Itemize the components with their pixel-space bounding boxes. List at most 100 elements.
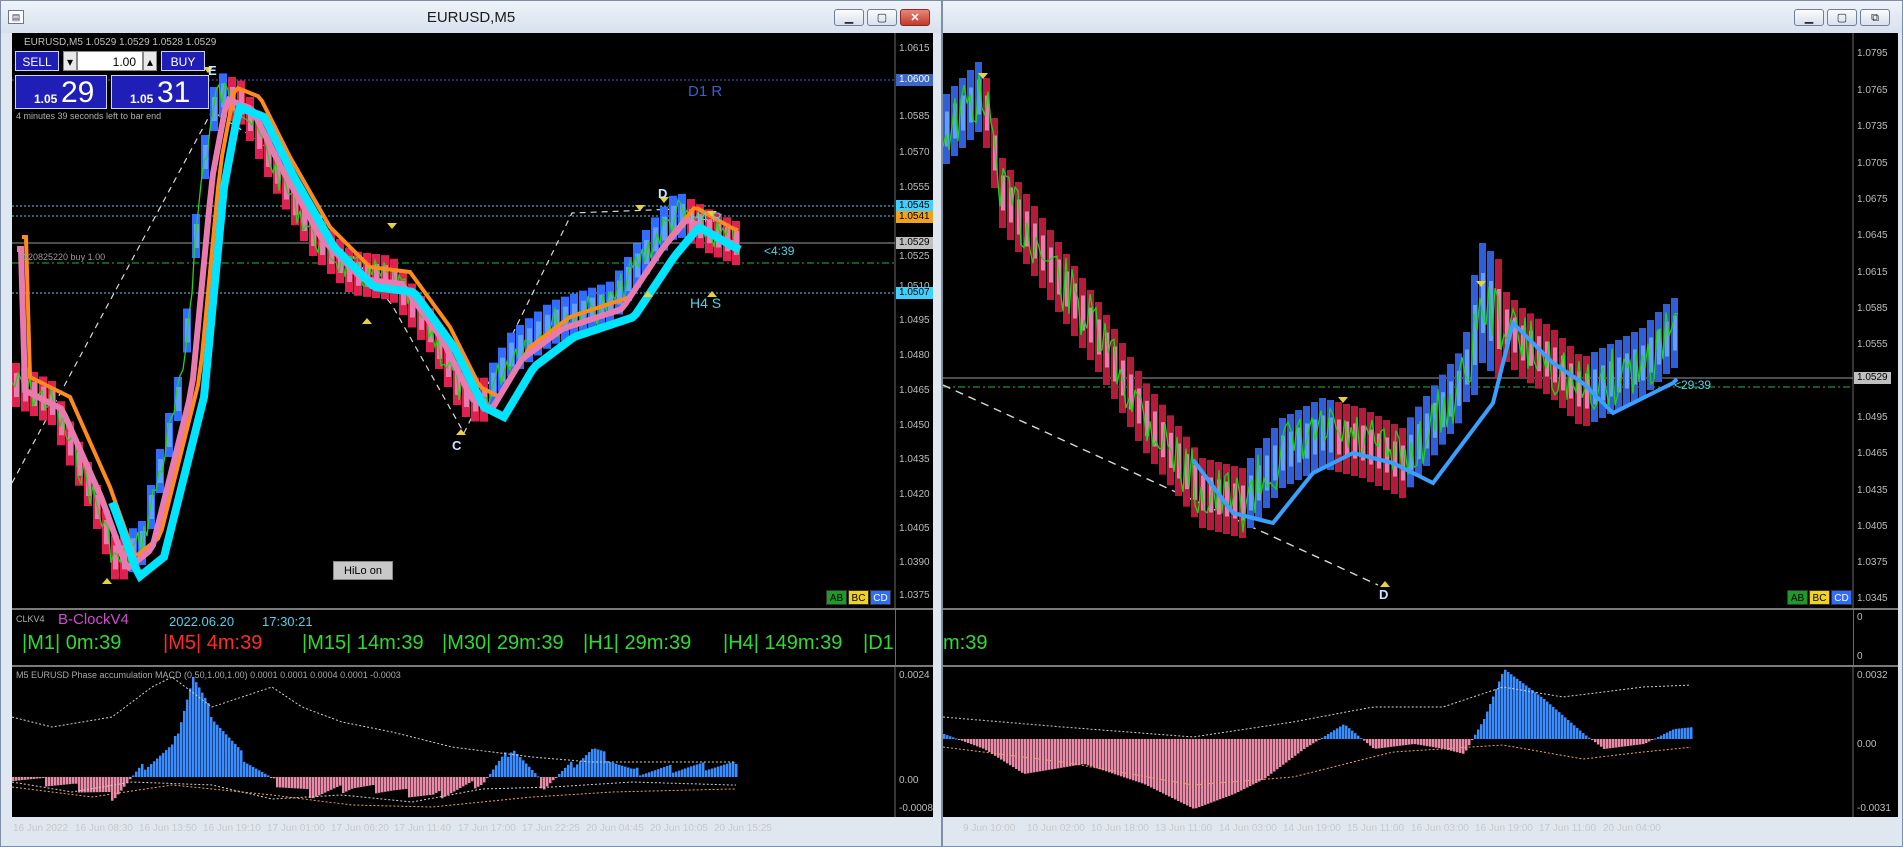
macd-bar — [189, 688, 192, 777]
macd-bar — [315, 777, 318, 797]
ab-toggle[interactable]: AB — [826, 590, 847, 605]
macd-bar — [1051, 739, 1054, 770]
macd-label: M5 EURUSD Phase accumulation MACD (0.50,… — [16, 670, 401, 680]
time-tick: 10 Jun 02:00 — [1027, 823, 1085, 834]
lot-increase-button[interactable]: ▴ — [143, 51, 157, 71]
macd-bar — [285, 777, 288, 788]
macd-bar — [30, 777, 33, 780]
macd-bar — [570, 761, 573, 777]
macd-bar — [642, 774, 645, 777]
macd-bar — [1621, 739, 1624, 747]
cd-toggle[interactable]: CD — [1831, 590, 1852, 605]
macd-bar — [1585, 735, 1588, 739]
hilo-button[interactable]: HiLo on — [333, 561, 393, 580]
right-clock-pane: m:39 0 0 — [943, 610, 1898, 665]
macd-bar — [381, 777, 384, 793]
buy-button[interactable]: BUY — [161, 51, 205, 71]
macd-bar — [693, 765, 696, 777]
macd-bar — [414, 777, 417, 797]
macd-bar — [1429, 739, 1432, 747]
close-button[interactable]: ✕ — [900, 9, 930, 26]
clock-scale-tick: 0 — [1857, 651, 1863, 662]
ab-toggle[interactable]: AB — [1787, 590, 1808, 605]
maximize-button[interactable]: ▢ — [1827, 9, 1857, 26]
macd-bar — [1384, 739, 1387, 748]
macd-bar — [636, 767, 639, 777]
left-price-pane[interactable]: EURUSD,M5 1.0529 1.0529 1.0528 1.0529 SE… — [12, 33, 933, 608]
macd-bar — [1378, 739, 1381, 749]
macd-bar — [645, 773, 648, 777]
macd-bar — [1345, 725, 1348, 739]
ask-price-box[interactable]: 1.05 31 — [111, 75, 209, 109]
macd-bar — [1108, 739, 1111, 773]
macd-bar — [300, 777, 303, 789]
macd-bar — [1162, 739, 1165, 794]
macd-bar — [432, 777, 435, 795]
macd-bar — [1300, 739, 1303, 752]
macd-bar — [474, 777, 477, 789]
sell-button[interactable]: SELL — [15, 51, 59, 71]
macd-bar — [531, 769, 534, 777]
restore-button[interactable]: ⧉ — [1860, 9, 1890, 26]
macd-bar — [1243, 739, 1246, 789]
macd-bar — [1027, 739, 1030, 774]
price-tag-d1r: 1.0600 — [896, 74, 933, 86]
right-titlebar[interactable]: ▁ ▢ ⧉ — [943, 1, 1902, 33]
macd-bar — [1528, 687, 1531, 739]
lot-size-input[interactable]: 1.00 — [77, 51, 143, 71]
macd-bar — [588, 752, 591, 777]
macd-bar — [1417, 739, 1420, 745]
macd-bar — [988, 739, 991, 753]
macd-bar — [1318, 739, 1321, 740]
macd-bar — [213, 721, 216, 777]
macd-bar — [216, 724, 219, 777]
macd-bar — [1552, 706, 1555, 739]
lot-decrease-button[interactable]: ▾ — [63, 51, 77, 71]
time-tick: 16 Jun 03:00 — [1411, 823, 1469, 834]
macd-bar — [375, 777, 378, 794]
countdown-label: <29:39 — [1674, 378, 1712, 392]
macd-bar — [1393, 739, 1396, 747]
macd-bar — [1258, 739, 1261, 782]
maximize-button[interactable]: ▢ — [867, 9, 897, 26]
macd-bar — [1240, 739, 1243, 791]
price-tick: 1.0570 — [899, 147, 930, 158]
bc-toggle[interactable]: BC — [848, 590, 869, 605]
macd-bar — [1573, 725, 1576, 739]
macd-bar — [573, 767, 576, 777]
macd-bar — [1168, 739, 1171, 797]
macd-bar — [441, 777, 444, 799]
price-tick: 1.0585 — [899, 111, 930, 122]
right-candle-bars — [943, 62, 1678, 538]
right-chart-window[interactable]: ▁ ▢ ⧉ <29:39 D 1.0529 1.0795 1.0765 1.07… — [942, 0, 1903, 847]
macd-bar — [1039, 739, 1042, 772]
cd-toggle[interactable]: CD — [870, 590, 891, 605]
macd-bar — [723, 764, 726, 777]
macd-bar — [1174, 739, 1177, 800]
macd-bar — [1177, 739, 1180, 801]
macd-bar — [1003, 739, 1006, 762]
bc-toggle[interactable]: BC — [1809, 590, 1830, 605]
clock-h4: |H4| 149m:39 — [723, 632, 843, 654]
macd-bar — [1351, 730, 1354, 739]
macd-bar — [426, 777, 429, 796]
macd-bar — [1213, 739, 1216, 802]
time-tick: 16 Jun 2022 — [13, 823, 69, 834]
macd-bar — [708, 769, 711, 777]
macd-bar — [714, 767, 717, 777]
right-price-pane[interactable]: <29:39 D 1.0529 1.0795 1.0765 1.0735 1.0… — [943, 33, 1898, 608]
macd-bar — [672, 772, 675, 777]
macd-bar — [594, 748, 597, 777]
macd-bar — [1600, 739, 1603, 747]
clock-m15: |M15| 14m:39 — [302, 632, 424, 654]
time-tick: 17 Jun 06:20 — [331, 823, 389, 834]
minimize-button[interactable]: ▁ — [834, 9, 864, 26]
minimize-button[interactable]: ▁ — [1794, 9, 1824, 26]
price-tag-bid: 1.0529 — [1854, 372, 1891, 384]
macd-bar — [12, 777, 15, 781]
candle-body — [1225, 481, 1229, 517]
left-titlebar[interactable]: ▤ EURUSD,M5 ▁ ▢ ✕ — [1, 1, 941, 33]
left-chart-window[interactable]: ▤ EURUSD,M5 ▁ ▢ ✕ EURUSD,M5 1.0529 1.052… — [0, 0, 942, 847]
macd-upper-band — [12, 676, 736, 763]
bid-price-box[interactable]: 1.05 29 — [15, 75, 107, 109]
